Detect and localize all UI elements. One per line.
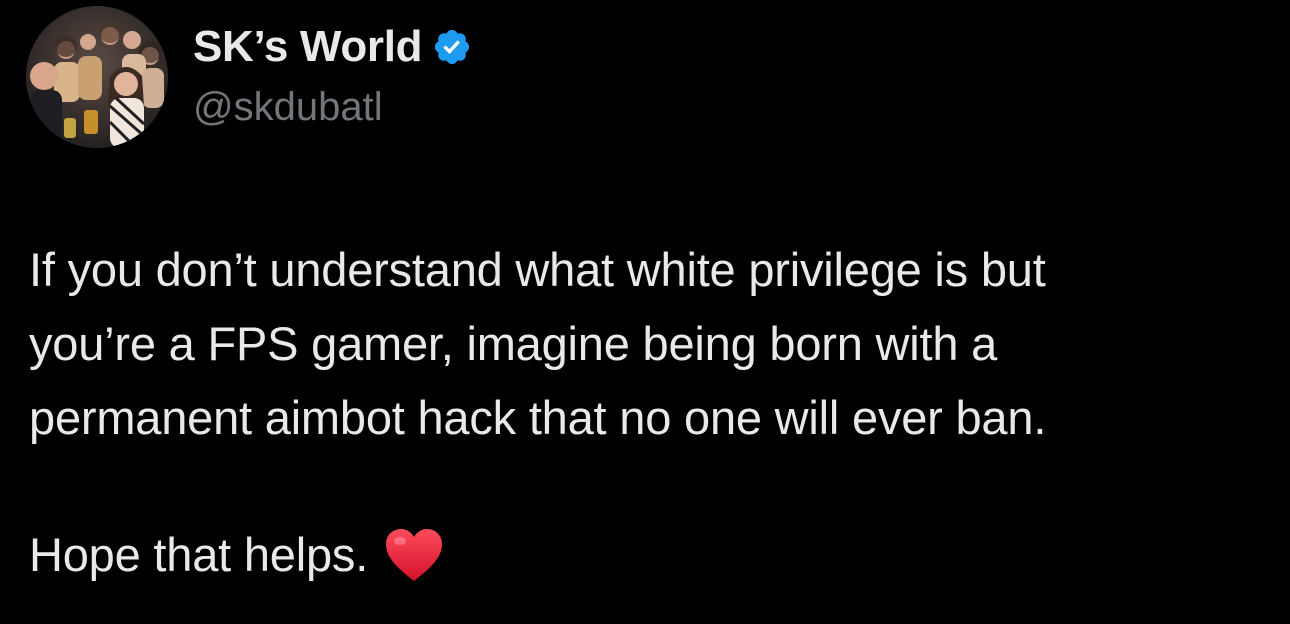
tweet-text-line: you’re a FPS gamer, imagine being born w… <box>29 317 998 370</box>
tweet-closing-text: Hope that helps. <box>29 528 369 581</box>
verified-badge-icon <box>432 27 472 67</box>
group-photo-avatar-icon <box>26 6 168 148</box>
author-display-name[interactable]: SK’s World <box>193 22 472 72</box>
author-avatar[interactable] <box>26 6 168 148</box>
tweet-text-line: If you don’t understand what white privi… <box>29 243 1046 296</box>
tweet-text: If you don’t understand what white privi… <box>29 233 1269 455</box>
author-handle[interactable]: @skdubatl <box>193 84 383 130</box>
display-name-text: SK’s World <box>193 22 423 71</box>
tweet-card: SK’s World @skdubatl If you don’t unders… <box>0 0 1290 624</box>
red-heart-icon <box>384 527 444 583</box>
tweet-text-line: permanent aimbot hack that no one will e… <box>29 391 1047 444</box>
tweet-closing-line: Hope that helps. <box>29 518 444 592</box>
